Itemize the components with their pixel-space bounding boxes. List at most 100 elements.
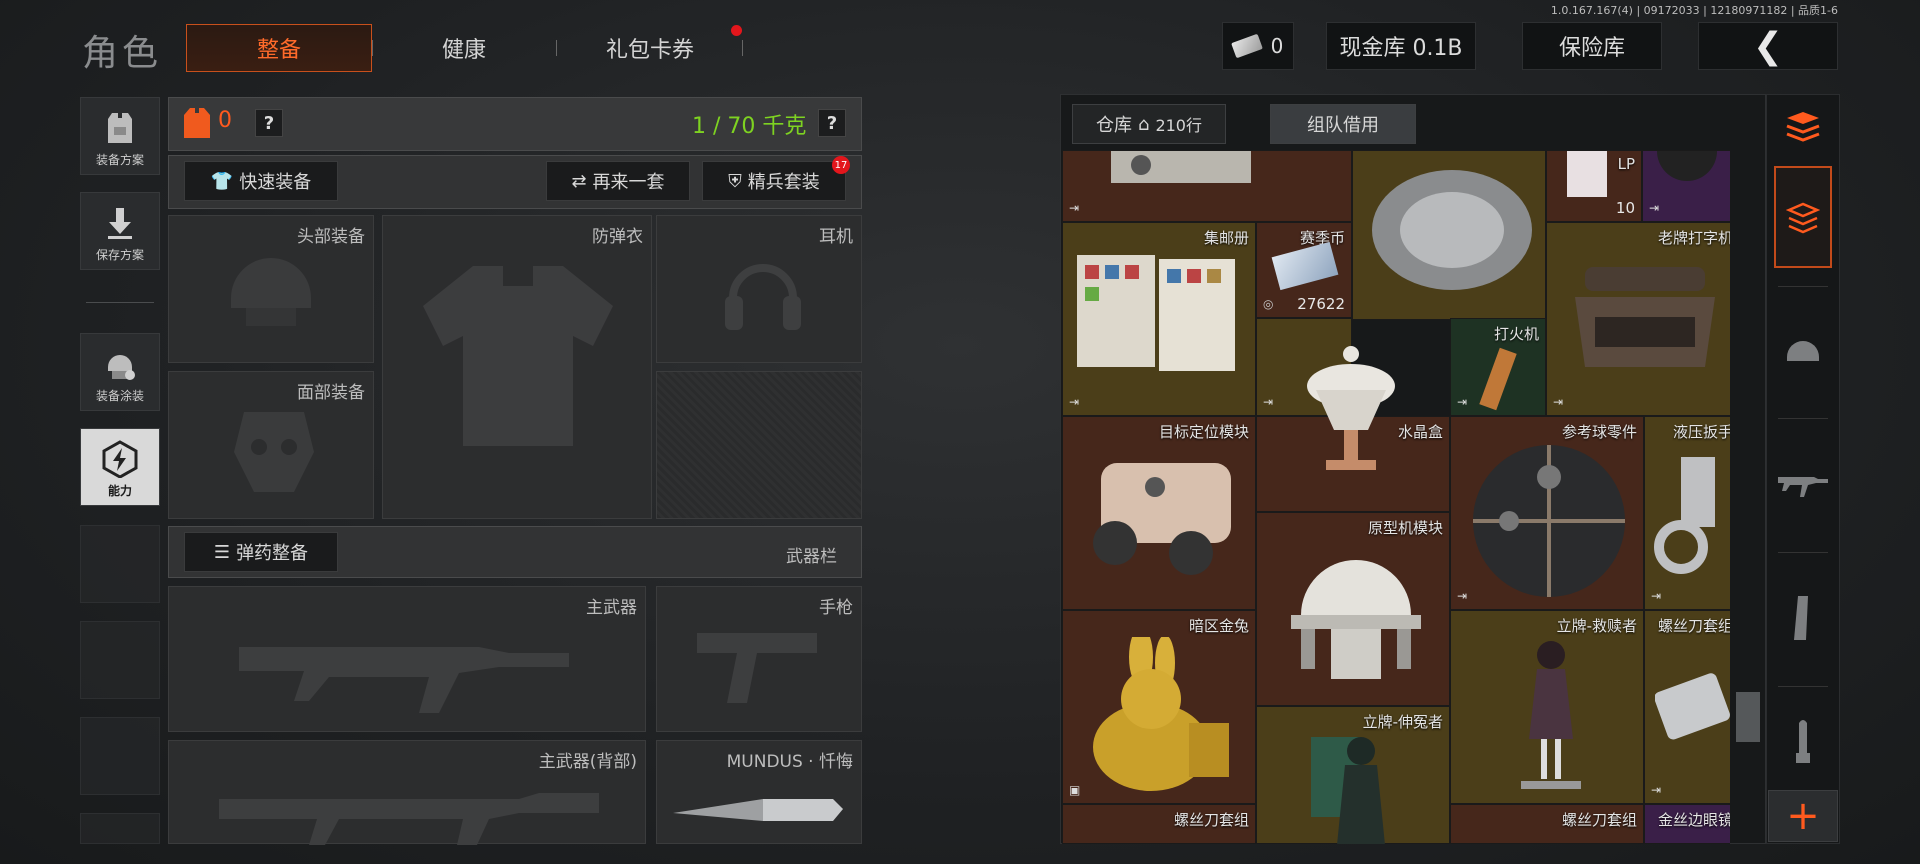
cash-vault-button[interactable]: 现金库 0.1B [1326, 22, 1476, 70]
team-borrow-tab[interactable]: 组队借用 [1270, 104, 1416, 144]
dark-item-icon [1657, 151, 1717, 181]
item-name: 暗区金兔 [1188, 617, 1249, 635]
warehouse-tab[interactable]: 仓库 ⌂ 210行 [1072, 104, 1226, 144]
grid-item-gold-glasses[interactable]: 金丝边眼镜 [1644, 804, 1730, 844]
slot-earphone[interactable]: 耳机 [656, 215, 862, 363]
grid-item-lighter[interactable]: 打火机 ⇥ [1450, 318, 1546, 416]
armor-count: 0 [218, 108, 232, 133]
rail-helmet[interactable] [1774, 300, 1832, 400]
item-name: 螺丝刀套组 [1561, 811, 1637, 829]
grid-item-stamp-album[interactable]: 集邮册 ⇥ [1062, 222, 1256, 416]
nav-empty-slot [80, 813, 160, 844]
grid-item-hydraulic-wrench[interactable]: 液压扳手 ⇥ [1644, 416, 1730, 610]
grid-item-screwdriver-set[interactable]: 螺丝刀套组 [1450, 804, 1644, 844]
grid-item-redeemer-standee[interactable]: 立牌-救赎者 [1450, 610, 1644, 804]
rail-magazine[interactable] [1774, 568, 1832, 668]
weight-display: 1 / 70 千克 [692, 114, 807, 139]
rail-rifle[interactable] [1774, 434, 1832, 534]
tab-health[interactable]: 健康 [392, 24, 536, 72]
slot-label: 手枪 [819, 598, 853, 618]
nav-ability[interactable]: 能力 [80, 428, 160, 506]
grid-item-gold-rabbit[interactable]: 暗区金兔 ▣ [1062, 610, 1256, 804]
grid-item-season-coin[interactable]: 赛季币 ◎ 27622 [1256, 222, 1352, 318]
nav-divider [86, 302, 154, 303]
weight-help-button[interactable]: ? [818, 109, 846, 137]
metal-sphere-icon [1473, 445, 1625, 597]
warehouse-scrollbar[interactable] [1736, 692, 1760, 742]
warehouse-label: 仓库 [1096, 115, 1132, 136]
weapon-bar-label: 武器栏 [786, 547, 837, 567]
rifle-icon [239, 647, 569, 713]
grid-item-typewriter[interactable]: 老牌打字机 ⇥ [1546, 222, 1730, 416]
warehouse-rows: 210行 [1155, 116, 1202, 135]
export-icon: ⇥ [1069, 201, 1080, 215]
back-button[interactable]: ❮ [1698, 22, 1838, 70]
layers-icon [1786, 202, 1820, 234]
slot-face[interactable]: 面部装备 [168, 371, 374, 519]
item-name: 打火机 [1493, 325, 1539, 343]
rail-all-items[interactable] [1774, 166, 1832, 268]
bullet-icon [1796, 720, 1810, 763]
grid-item-avenger-standee[interactable]: 立牌-伸冤者 [1256, 706, 1450, 844]
slot-head[interactable]: 头部装备 [168, 215, 374, 363]
item-name: 集邮册 [1203, 229, 1249, 247]
slot-pistol[interactable]: 手枪 [656, 586, 862, 732]
nav-save-plan[interactable]: 保存方案 [80, 192, 160, 270]
grid-item-reference-ball[interactable]: 参考球零件 ⇥ [1450, 416, 1644, 610]
slot-label: MUNDUS · 忏悔 [726, 752, 853, 772]
warehouse-grid: ⇥ LP 10 ⇥ 集邮册 ⇥ 赛季币 ◎ 27622 老牌打字机 ⇥ ⇥ 水晶… [1062, 150, 1730, 844]
item-name: 参考球零件 [1561, 423, 1637, 441]
slot-label: 面部装备 [297, 383, 365, 403]
again-button[interactable]: ⇄ 再来一套 [546, 161, 690, 201]
slot-melee[interactable]: MUNDUS · 忏悔 [656, 740, 862, 844]
slot-label: 防弹衣 [592, 227, 643, 247]
grid-item-prototype-module[interactable]: 原型机模块 [1256, 512, 1450, 706]
coin-icon: ◎ [1263, 297, 1274, 311]
box-icon: ▣ [1069, 783, 1081, 797]
ammo-icon: ☰ [213, 541, 231, 563]
tab-label: 健康 [441, 38, 486, 63]
slot-primary-weapon[interactable]: 主武器 [168, 586, 646, 732]
tab-divider [372, 40, 373, 56]
grid-item[interactable]: ⇥ [1062, 150, 1352, 222]
notify-dot [731, 25, 742, 36]
slot-armor[interactable]: 防弹衣 [382, 215, 652, 519]
refresh-icon: ⇄ [571, 170, 587, 192]
nav-equip-plan[interactable]: 装备方案 [80, 97, 160, 175]
gold-rabbit-icon [1093, 637, 1229, 791]
again-label: 再来一套 [592, 172, 665, 193]
nav-label: 装备涂装 [95, 389, 144, 403]
tab-equip[interactable]: 整备 [186, 24, 372, 72]
export-icon: ⇥ [1263, 395, 1274, 409]
elite-set-button[interactable]: ⛨ 精兵套装 [702, 161, 846, 201]
add-button[interactable]: + [1768, 790, 1838, 842]
help-button[interactable]: ? [255, 109, 283, 137]
grid-item-plate[interactable] [1352, 150, 1546, 320]
quick-equip-button[interactable]: 👕 快速装备 [184, 161, 338, 201]
rifle-icon [1778, 477, 1828, 497]
insurance-button[interactable]: 保险库 [1522, 22, 1662, 70]
grid-item-screwdriver-set[interactable]: 螺丝刀套组 [1062, 804, 1256, 844]
currency-chip[interactable]: 0 [1222, 22, 1294, 70]
slot-primary-back[interactable]: 主武器(背部) [168, 740, 646, 845]
grid-item[interactable]: ⇥ [1642, 150, 1730, 222]
rail-ammo[interactable] [1774, 700, 1832, 786]
tab-gift-cards[interactable]: 礼包卡券 [578, 24, 722, 72]
pistol-icon [697, 633, 817, 703]
home-icon: ⌂ [1138, 113, 1150, 135]
ammo-equip-button[interactable]: ☰ 弹药整备 [184, 532, 338, 572]
grid-item-lp[interactable]: LP 10 [1546, 150, 1642, 222]
grid-item-target-module[interactable]: 目标定位模块 [1062, 416, 1256, 610]
rail-sort[interactable] [1774, 100, 1832, 154]
export-icon: ⇥ [1069, 395, 1080, 409]
grid-item-screwdriver-set[interactable]: 螺丝刀套组 ⇥ [1644, 610, 1730, 804]
ability-icon [102, 440, 138, 478]
slot-empty [656, 371, 862, 519]
magazine-icon [1794, 596, 1808, 640]
page-title: 角色 [82, 33, 163, 74]
nav-equip-paint[interactable]: 装备涂装 [80, 333, 160, 411]
elite-set-label: 精兵套装 [747, 172, 820, 193]
quick-equip-label: 快速装备 [239, 172, 312, 193]
nav-label: 能力 [107, 484, 132, 498]
team-borrow-label: 组队借用 [1307, 115, 1379, 136]
